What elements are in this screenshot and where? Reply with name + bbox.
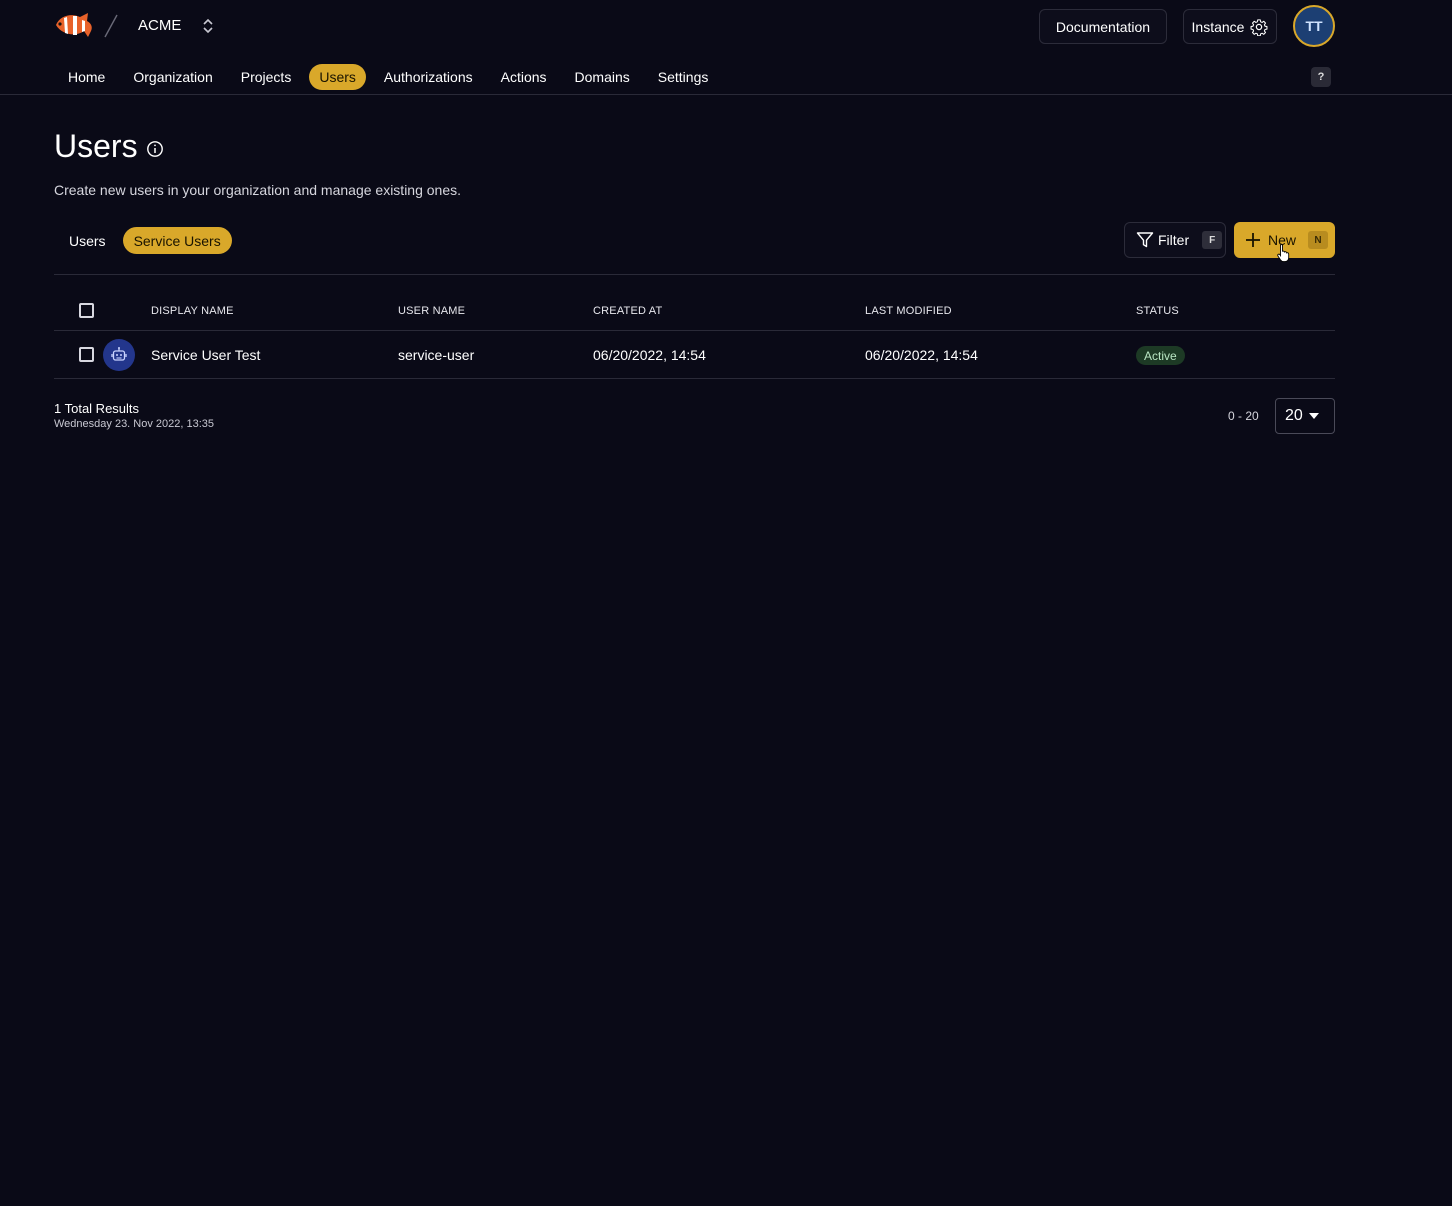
- nav-item-label: Actions: [500, 69, 547, 85]
- nav-item-domains[interactable]: Domains: [565, 64, 640, 90]
- cell-created-at: 06/20/2022, 14:54: [593, 347, 706, 363]
- plus-icon: [1246, 233, 1260, 247]
- nav-item-home[interactable]: Home: [58, 64, 115, 90]
- nav-item-label: Domains: [574, 69, 630, 85]
- instance-button[interactable]: Instance: [1183, 9, 1277, 44]
- status-badge: Active: [1136, 346, 1185, 365]
- new-user-button[interactable]: New N: [1234, 222, 1335, 258]
- new-shortcut: N: [1308, 231, 1329, 249]
- new-label: New: [1268, 232, 1297, 248]
- row-checkbox[interactable]: [79, 347, 94, 362]
- tab-users[interactable]: Users: [58, 227, 117, 254]
- documentation-label: Documentation: [1055, 18, 1151, 35]
- page-size-select[interactable]: 20: [1275, 398, 1335, 434]
- select-all-checkbox[interactable]: [79, 303, 94, 318]
- breadcrumb-separator: [104, 14, 118, 38]
- nav-item-settings[interactable]: Settings: [648, 64, 719, 90]
- page-size-value: 20: [1285, 407, 1303, 424]
- nav-item-projects[interactable]: Projects: [231, 64, 302, 90]
- cell-user-name: service-user: [398, 347, 475, 363]
- nav-item-label: Settings: [657, 69, 709, 85]
- user-type-tabs: Users Service Users: [58, 227, 238, 254]
- documentation-button[interactable]: Documentation: [1039, 9, 1167, 44]
- nav-item-label: Users: [319, 69, 356, 85]
- header-row-divider: [54, 330, 1335, 331]
- nav-items: Home Organization Projects Users Authori…: [58, 64, 726, 90]
- filter-button[interactable]: Filter F: [1124, 222, 1226, 258]
- gear-icon: [1250, 18, 1268, 36]
- avatar-initials: TT: [1305, 18, 1323, 34]
- nav-item-actions[interactable]: Actions: [491, 64, 557, 90]
- nav-item-users[interactable]: Users: [309, 64, 366, 90]
- tab-label: Service Users: [133, 232, 221, 249]
- pagination-range: 0 - 20: [1228, 409, 1259, 423]
- results-timestamp: Wednesday 23. Nov 2022, 13:35: [54, 418, 215, 430]
- page-description: Create new users in your organization an…: [54, 182, 462, 198]
- total-results: 1 Total Results: [54, 401, 140, 416]
- help-button[interactable]: ?: [1311, 67, 1331, 87]
- toolbar-divider: [54, 274, 1335, 275]
- main-nav: Home Organization Projects Users Authori…: [0, 58, 1452, 95]
- nav-item-organization[interactable]: Organization: [123, 64, 222, 90]
- cell-display-name: Service User Test: [151, 347, 261, 363]
- info-circle-icon[interactable]: [146, 140, 164, 158]
- chevron-up-down-icon[interactable]: [200, 16, 216, 36]
- nav-item-label: Organization: [133, 69, 213, 85]
- avatar: [103, 339, 135, 371]
- nav-item-label: Home: [68, 69, 106, 85]
- caret-down-icon: [1308, 413, 1319, 419]
- column-header-created-at[interactable]: CREATED AT: [593, 305, 662, 317]
- cell-last-modified: 06/20/2022, 14:54: [865, 347, 978, 363]
- column-header-last-modified[interactable]: LAST MODIFIED: [865, 305, 952, 317]
- tab-label: Users: [69, 232, 106, 249]
- filter-funnel-icon: [1136, 232, 1154, 248]
- row-divider: [54, 378, 1335, 379]
- column-header-user-name[interactable]: USER NAME: [398, 305, 465, 317]
- tab-service-users[interactable]: Service Users: [122, 227, 232, 254]
- filter-label: Filter: [1158, 232, 1190, 248]
- filter-shortcut: F: [1202, 231, 1223, 249]
- top-bar: ACME Documentation Instance TT: [0, 0, 1452, 52]
- org-name[interactable]: ACME: [138, 17, 181, 34]
- nav-item-label: Projects: [240, 69, 292, 85]
- nav-item-label: Authorizations: [383, 69, 473, 85]
- help-label: ?: [1317, 71, 1325, 83]
- column-header-status[interactable]: STATUS: [1136, 305, 1179, 317]
- clownfish-logo-icon[interactable]: [54, 11, 96, 39]
- column-header-display-name[interactable]: DISPLAY NAME: [151, 305, 234, 317]
- instance-label: Instance: [1191, 18, 1245, 35]
- robot-icon: [111, 347, 127, 361]
- nav-item-authorizations[interactable]: Authorizations: [374, 64, 483, 90]
- page-title: Users: [54, 128, 138, 164]
- user-avatar[interactable]: TT: [1293, 5, 1335, 47]
